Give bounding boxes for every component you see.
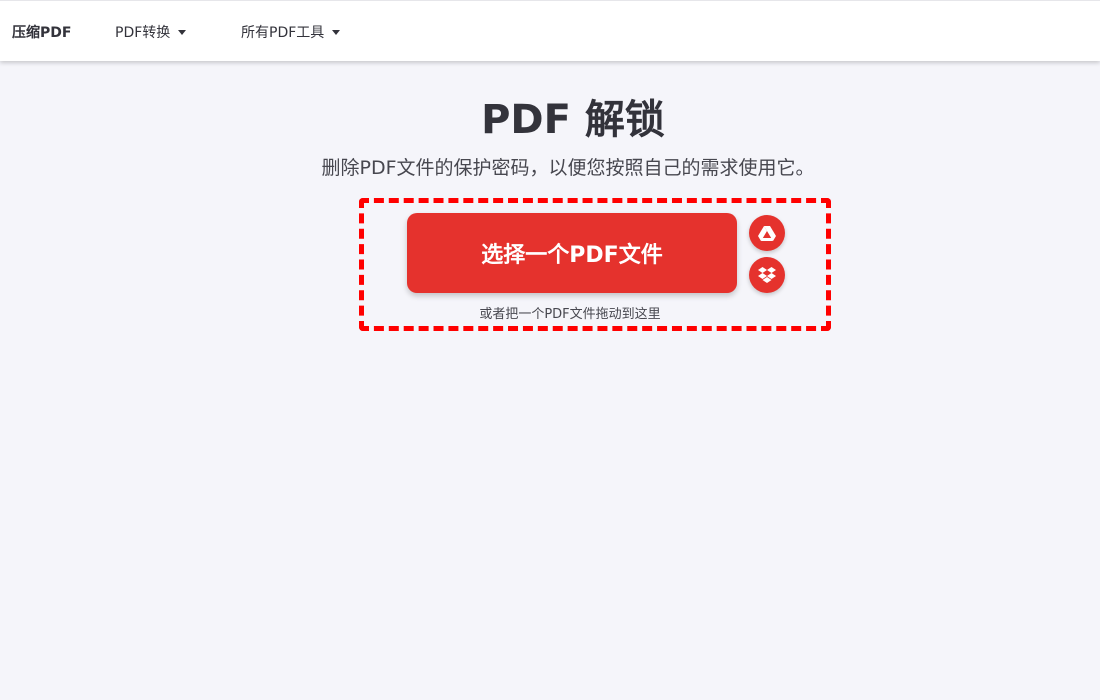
page-title: PDF 解锁 [481, 97, 665, 143]
page-subtitle: 删除PDF文件的保护密码，以便您按照自己的需求使用它。 [321, 157, 815, 179]
nav-pdf-convert-label: PDF转换 [115, 24, 171, 41]
caret-down-icon [332, 29, 341, 35]
caret-down-icon [178, 29, 187, 35]
dropbox-button[interactable] [749, 257, 785, 293]
dropbox-icon [758, 266, 776, 284]
google-drive-icon [758, 225, 776, 241]
drop-hint-text: 或者把一个PDF文件拖动到这里 [479, 307, 661, 322]
top-navigation: 压缩PDF PDF转换 所有PDF工具 [0, 0, 1100, 61]
nav-all-tools-menu[interactable]: 所有PDF工具 [241, 1, 341, 62]
nav-pdf-convert-menu[interactable]: PDF转换 [115, 1, 187, 62]
nav-compress-pdf[interactable]: 压缩PDF [12, 1, 71, 62]
nav-compress-pdf-label: 压缩PDF [12, 24, 72, 41]
select-pdf-button[interactable]: 选择一个PDF文件 [407, 213, 737, 293]
nav-all-tools-label: 所有PDF工具 [241, 24, 325, 41]
google-drive-button[interactable] [749, 215, 785, 251]
